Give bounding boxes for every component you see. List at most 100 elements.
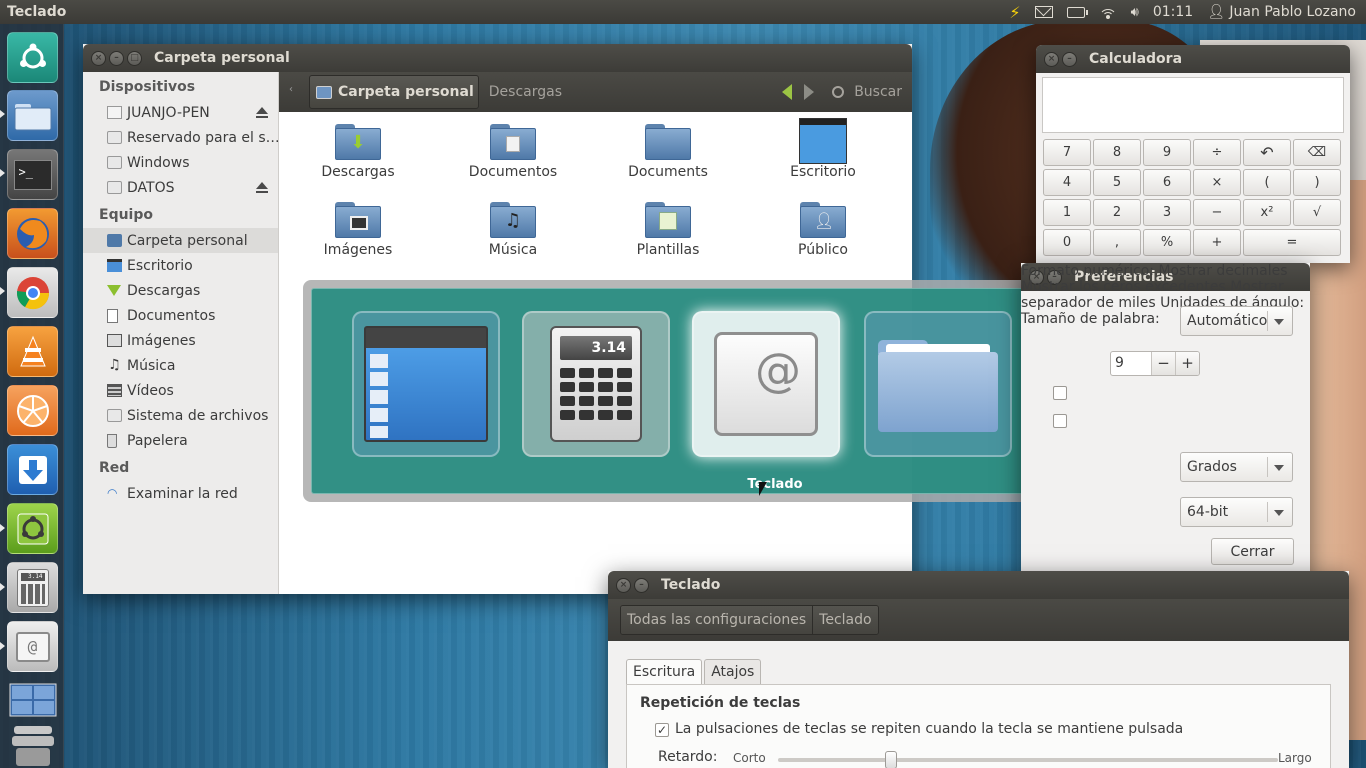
key-9[interactable]: 9 xyxy=(1143,139,1191,166)
decimals-spinner[interactable]: 9 − + xyxy=(1110,351,1200,376)
key-subtract[interactable]: − xyxy=(1193,199,1241,226)
file-item-downloads[interactable]: ⬇ Descargas xyxy=(288,122,428,180)
minimize-button[interactable]: – xyxy=(1062,51,1077,67)
repeat-checkbox[interactable]: ✓ xyxy=(655,723,669,737)
file-item-public[interactable]: 👤︎ Público xyxy=(753,200,893,258)
sidebar-item-videos[interactable]: Vídeos xyxy=(83,378,278,403)
close-button[interactable]: × xyxy=(1029,269,1044,285)
battery-icon[interactable] xyxy=(1066,6,1088,18)
key-2[interactable]: 2 xyxy=(1093,199,1141,226)
file-item-desktop[interactable]: Escritorio xyxy=(753,118,893,180)
sidebar-item-juanjo-pen[interactable]: JUANJO-PEN xyxy=(83,100,278,125)
key-close-paren[interactable]: ) xyxy=(1293,169,1341,196)
sidebar-item-windows[interactable]: Windows xyxy=(83,150,278,175)
vlc-icon[interactable] xyxy=(7,326,58,377)
sidebar-item-desktop[interactable]: Escritorio xyxy=(83,253,278,278)
user-menu[interactable]: 👤︎ Juan Pablo Lozano xyxy=(1207,4,1356,20)
undo-icon[interactable]: ↶ xyxy=(1243,139,1291,166)
volume-icon[interactable]: 🔊︎ xyxy=(1131,5,1139,20)
switcher-item-calculator[interactable]: 3.14 xyxy=(522,311,670,457)
file-item-pictures[interactable]: Imágenes xyxy=(288,200,428,258)
decrement-icon[interactable]: − xyxy=(1151,352,1175,375)
key-5[interactable]: 5 xyxy=(1093,169,1141,196)
workspace-switcher-icon[interactable] xyxy=(7,674,58,725)
key-7[interactable]: 7 xyxy=(1043,139,1091,166)
back-arrow-icon[interactable] xyxy=(782,84,793,100)
all-settings-button[interactable]: Todas las configuraciones xyxy=(621,606,813,634)
tab-typing[interactable]: Escritura xyxy=(626,659,703,686)
sidebar-item-music[interactable]: ♫ Música xyxy=(83,353,278,378)
forward-arrow-icon[interactable] xyxy=(804,84,815,100)
breadcrumb-downloads[interactable]: Descargas xyxy=(479,84,562,100)
key-3[interactable]: 3 xyxy=(1143,199,1191,226)
breadcrumb-scroll-left[interactable]: ‹ xyxy=(289,84,293,95)
sidebar-item-trash[interactable]: Papelera xyxy=(83,428,278,453)
chrome-icon[interactable] xyxy=(7,267,58,318)
breadcrumb-home[interactable]: Carpeta personal xyxy=(309,75,479,109)
maximize-button[interactable]: □ xyxy=(127,50,142,66)
increment-icon[interactable]: + xyxy=(1175,352,1199,375)
minimize-button[interactable]: – xyxy=(634,577,649,593)
ubuntu-logo-icon[interactable] xyxy=(7,32,58,83)
close-button[interactable]: × xyxy=(1044,51,1059,67)
decimals-value[interactable]: 9 xyxy=(1111,352,1151,375)
keyboard-crumb[interactable]: Teclado xyxy=(812,606,878,634)
switcher-item-keyboard[interactable]: @ xyxy=(692,311,840,457)
delay-slider[interactable] xyxy=(778,751,1278,768)
power-bolt-icon[interactable]: ⚡ xyxy=(1009,3,1020,22)
key-8[interactable]: 8 xyxy=(1093,139,1141,166)
slider-handle[interactable] xyxy=(885,751,897,768)
close-button[interactable]: × xyxy=(91,50,106,66)
search-button[interactable]: Buscar xyxy=(832,84,902,100)
sidebar-item-documents[interactable]: Documentos xyxy=(83,303,278,328)
key-4[interactable]: 4 xyxy=(1043,169,1091,196)
sidebar-item-downloads[interactable]: Descargas xyxy=(83,278,278,303)
file-item-documents[interactable]: Documents xyxy=(598,122,738,180)
trash-icon[interactable] xyxy=(7,720,58,768)
key-percent[interactable]: % xyxy=(1143,229,1191,256)
wifi-icon[interactable] xyxy=(1098,5,1117,19)
close-button[interactable]: × xyxy=(616,577,631,593)
key-decimal[interactable]: , xyxy=(1093,229,1141,256)
terminal-icon[interactable]: >_ xyxy=(7,149,58,200)
key-divide[interactable]: ÷ xyxy=(1193,139,1241,166)
sidebar-item-pictures[interactable]: Imágenes xyxy=(83,328,278,353)
key-1[interactable]: 1 xyxy=(1043,199,1091,226)
software-center-icon[interactable] xyxy=(7,503,58,554)
clock[interactable]: 01:11 xyxy=(1153,4,1193,20)
tab-shortcuts[interactable]: Atajos xyxy=(704,659,762,685)
update-manager-icon[interactable] xyxy=(7,444,58,495)
keyboard-settings-icon[interactable]: @ xyxy=(7,621,58,672)
minimize-button[interactable]: – xyxy=(109,50,124,66)
eject-icon[interactable] xyxy=(256,182,268,193)
key-multiply[interactable]: × xyxy=(1193,169,1241,196)
window-title: Calculadora xyxy=(1089,51,1183,67)
backspace-icon[interactable]: ⌫ xyxy=(1293,139,1341,166)
switcher-item-files[interactable] xyxy=(864,311,1012,457)
firefox-icon[interactable] xyxy=(7,208,58,259)
key-6[interactable]: 6 xyxy=(1143,169,1191,196)
file-item-music[interactable]: ♫ Música xyxy=(443,200,583,258)
sidebar-item-filesystem[interactable]: Sistema de archivos xyxy=(83,403,278,428)
file-manager-icon[interactable] xyxy=(7,90,58,141)
key-add[interactable]: + xyxy=(1193,229,1241,256)
sidebar-item-network[interactable]: ◠ Examinar la red xyxy=(83,481,278,506)
sidebar-item-datos[interactable]: DATOS xyxy=(83,175,278,200)
home-folder-icon xyxy=(107,234,122,247)
key-equals[interactable]: = xyxy=(1243,229,1341,256)
clementine-icon[interactable] xyxy=(7,385,58,436)
eject-icon[interactable] xyxy=(256,107,268,118)
sidebar-item-reserved[interactable]: Reservado para el s… xyxy=(83,125,278,150)
mail-icon[interactable] xyxy=(1034,6,1053,18)
minimize-button[interactable]: – xyxy=(1047,269,1062,285)
file-item-templates[interactable]: Plantillas xyxy=(598,200,738,258)
file-item-documentos[interactable]: Documentos xyxy=(443,122,583,180)
sidebar-item-home[interactable]: Carpeta personal xyxy=(83,228,278,253)
calculator-icon[interactable]: 3.14 xyxy=(7,562,58,613)
key-open-paren[interactable]: ( xyxy=(1243,169,1291,196)
key-square[interactable]: x² xyxy=(1243,199,1291,226)
calculator-display[interactable] xyxy=(1042,77,1344,133)
key-sqrt[interactable]: √ xyxy=(1293,199,1341,226)
switcher-item-desktop[interactable] xyxy=(352,311,500,457)
key-0[interactable]: 0 xyxy=(1043,229,1091,256)
